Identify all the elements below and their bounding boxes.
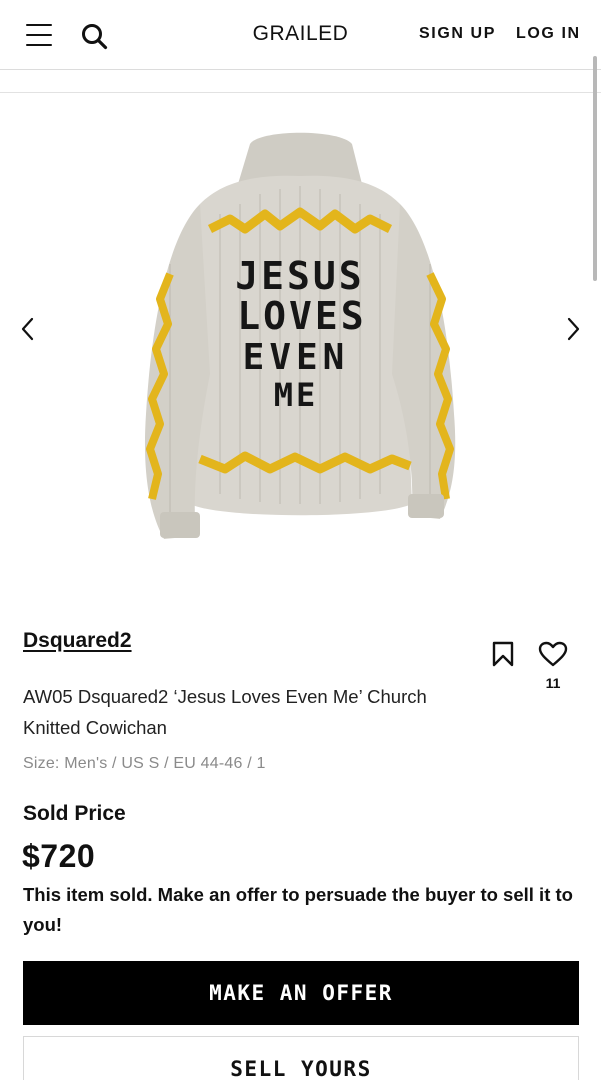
search-icon[interactable] bbox=[80, 22, 108, 50]
secondary-bar bbox=[0, 70, 601, 93]
log-in-link[interactable]: LOG IN bbox=[516, 25, 581, 43]
sold-message: This item sold. Make an offer to persuad… bbox=[23, 884, 573, 935]
brand-link[interactable]: Dsquared2 bbox=[23, 629, 132, 653]
sold-price-value: $720 bbox=[22, 838, 96, 874]
chevron-left-icon[interactable] bbox=[18, 316, 38, 342]
sell-yours-button[interactable]: SELL YOURS bbox=[23, 1036, 579, 1080]
top-navigation-bar: GRAILED SIGN UP LOG IN bbox=[0, 0, 601, 70]
sweater-text-line-1: JESUS bbox=[235, 254, 364, 298]
product-photo-sweater: JESUS LOVES EVEN ME bbox=[144, 132, 456, 539]
listing-size: Size: Men's / US S / EU 44-46 / 1 bbox=[23, 755, 266, 772]
sign-up-link[interactable]: SIGN UP bbox=[419, 25, 496, 43]
sold-price-label: Sold Price bbox=[23, 802, 126, 825]
chevron-right-icon[interactable] bbox=[563, 316, 583, 342]
make-offer-button[interactable]: MAKE AN OFFER bbox=[23, 961, 579, 1025]
sweater-text-line-4: ME bbox=[274, 376, 319, 414]
like-count: 11 bbox=[545, 675, 561, 691]
product-image-carousel[interactable]: JESUS LOVES EVEN ME bbox=[0, 94, 601, 594]
grailed-logo[interactable]: GRAILED bbox=[253, 22, 349, 45]
hamburger-menu-icon[interactable] bbox=[26, 24, 52, 47]
listing-title: AW05 Dsquared2 ‘Jesus Loves Even Me’ Chu… bbox=[23, 686, 427, 738]
sweater-text-line-3: EVEN bbox=[243, 337, 350, 378]
bookmark-icon[interactable] bbox=[491, 641, 515, 667]
heart-icon[interactable] bbox=[538, 641, 568, 667]
sweater-text-line-2: LOVES bbox=[237, 294, 366, 338]
